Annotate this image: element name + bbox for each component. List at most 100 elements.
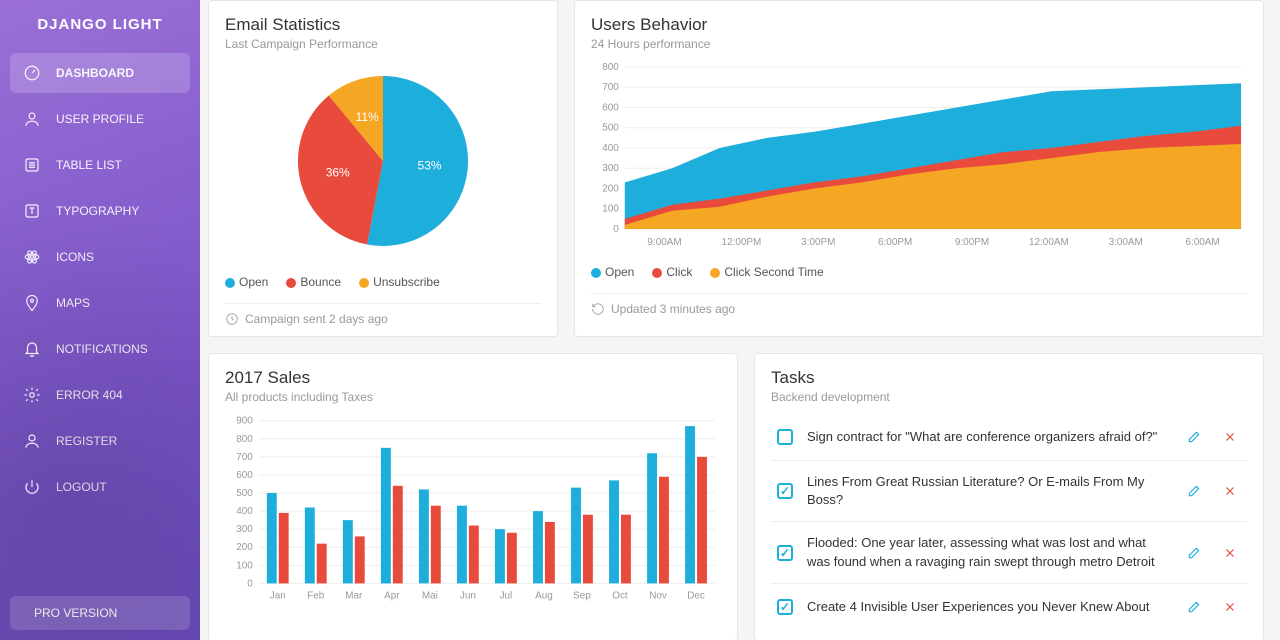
legend-item: Open: [225, 275, 268, 289]
svg-text:3:00AM: 3:00AM: [1109, 237, 1143, 248]
card-footer: Campaign sent 2 days ago: [225, 303, 541, 326]
svg-text:Aug: Aug: [535, 590, 553, 601]
svg-text:Apr: Apr: [384, 590, 400, 601]
svg-text:500: 500: [602, 123, 619, 134]
sidebar-item-logout[interactable]: LOGOUT: [10, 467, 190, 507]
tasks-card: Tasks Backend development Sign contract …: [754, 353, 1264, 640]
task-checkbox[interactable]: [777, 429, 793, 445]
user-icon: [22, 431, 42, 451]
power-icon: [22, 477, 42, 497]
svg-text:Jan: Jan: [270, 590, 286, 601]
sidebar-item-label: TABLE LIST: [56, 158, 122, 172]
sidebar-item-label: USER PROFILE: [56, 112, 144, 126]
svg-text:Nov: Nov: [649, 590, 667, 601]
sales-bar-chart: 0100200300400500600700800900JanFebMarApr…: [225, 414, 721, 604]
task-edit-button[interactable]: [1183, 542, 1205, 564]
svg-text:Sep: Sep: [573, 590, 591, 601]
pro-version-button[interactable]: PRO VERSION: [10, 596, 190, 630]
svg-text:Dec: Dec: [687, 590, 705, 601]
svg-text:300: 300: [602, 163, 619, 174]
task-checkbox[interactable]: [777, 599, 793, 615]
svg-text:100: 100: [602, 204, 619, 215]
card-title: Email Statistics: [225, 15, 541, 35]
svg-text:600: 600: [236, 470, 253, 481]
svg-text:9:00PM: 9:00PM: [955, 237, 989, 248]
svg-text:6:00AM: 6:00AM: [1186, 237, 1220, 248]
sidebar-item-notifications[interactable]: NOTIFICATIONS: [10, 329, 190, 369]
svg-text:100: 100: [236, 560, 253, 571]
pin-icon: [22, 293, 42, 313]
svg-text:0: 0: [247, 578, 253, 589]
svg-text:3:00PM: 3:00PM: [801, 237, 835, 248]
svg-text:6:00PM: 6:00PM: [878, 237, 912, 248]
email-statistics-card: Email Statistics Last Campaign Performan…: [208, 0, 558, 337]
task-delete-button[interactable]: [1219, 542, 1241, 564]
svg-text:11%: 11%: [356, 110, 379, 124]
sales-card: 2017 Sales All products including Taxes …: [208, 353, 738, 640]
bell-icon: [22, 339, 42, 359]
svg-text:800: 800: [236, 434, 253, 445]
sidebar-item-user-profile[interactable]: USER PROFILE: [10, 99, 190, 139]
sidebar-item-dashboard[interactable]: DASHBOARD: [10, 53, 190, 93]
svg-text:Jun: Jun: [460, 590, 476, 601]
task-edit-button[interactable]: [1183, 596, 1205, 618]
main-content: Email Statistics Last Campaign Performan…: [200, 0, 1280, 640]
card-title: Users Behavior: [591, 15, 1247, 35]
task-text: Sign contract for "What are conference o…: [807, 428, 1169, 446]
task-text: Create 4 Invisible User Experiences you …: [807, 598, 1169, 616]
svg-text:200: 200: [602, 183, 619, 194]
typography-icon: [22, 201, 42, 221]
brand-title: DJANGO LIGHT: [0, 0, 200, 47]
svg-text:12:00PM: 12:00PM: [722, 237, 762, 248]
sidebar-item-label: DASHBOARD: [56, 66, 134, 80]
task-edit-button[interactable]: [1183, 480, 1205, 502]
svg-text:600: 600: [602, 102, 619, 113]
task-checkbox[interactable]: [777, 483, 793, 499]
svg-text:700: 700: [236, 452, 253, 463]
clock-icon: [225, 312, 239, 326]
task-delete-button[interactable]: [1219, 426, 1241, 448]
sidebar-item-typography[interactable]: TYPOGRAPHY: [10, 191, 190, 231]
email-legend: OpenBounceUnsubscribe: [225, 275, 541, 289]
sidebar-nav: DASHBOARD USER PROFILE TABLE LIST TYPOGRAPH…: [0, 47, 200, 586]
svg-text:12:00AM: 12:00AM: [1029, 237, 1069, 248]
gauge-icon: [22, 63, 42, 83]
task-text: Flooded: One year later, assessing what …: [807, 534, 1169, 570]
card-subtitle: 24 Hours performance: [591, 37, 1247, 51]
svg-text:Jul: Jul: [500, 590, 513, 601]
svg-text:Oct: Oct: [612, 590, 628, 601]
task-edit-button[interactable]: [1183, 426, 1205, 448]
sidebar-item-icons[interactable]: ICONS: [10, 237, 190, 277]
sidebar-item-register[interactable]: REGISTER: [10, 421, 190, 461]
sidebar: DJANGO LIGHT DASHBOARD USER PROFILE TABLE …: [0, 0, 200, 640]
legend-item: Click: [652, 265, 692, 279]
pro-version-label: PRO VERSION: [34, 606, 117, 620]
legend-item: Open: [591, 265, 634, 279]
task-text: Lines From Great Russian Literature? Or …: [807, 473, 1169, 509]
list-icon: [22, 155, 42, 175]
card-footer: Updated 3 minutes ago: [591, 293, 1247, 316]
svg-text:Mar: Mar: [345, 590, 363, 601]
legend-item: Bounce: [286, 275, 341, 289]
users-area-chart: 01002003004005006007008009:00AM12:00PM3:…: [591, 61, 1247, 251]
svg-text:Mai: Mai: [422, 590, 438, 601]
svg-text:400: 400: [602, 143, 619, 154]
sidebar-item-table-list[interactable]: TABLE LIST: [10, 145, 190, 185]
sidebar-item-error-404[interactable]: ERROR 404: [10, 375, 190, 415]
task-row: Sign contract for "What are conference o…: [771, 414, 1247, 461]
task-row: Flooded: One year later, assessing what …: [771, 522, 1247, 583]
users-legend: OpenClickClick Second Time: [591, 265, 1247, 279]
task-checkbox[interactable]: [777, 545, 793, 561]
sidebar-item-maps[interactable]: MAPS: [10, 283, 190, 323]
card-title: 2017 Sales: [225, 368, 721, 388]
task-delete-button[interactable]: [1219, 596, 1241, 618]
card-subtitle: Last Campaign Performance: [225, 37, 541, 51]
refresh-icon: [591, 302, 605, 316]
sidebar-item-label: ERROR 404: [56, 388, 123, 402]
sidebar-item-label: MAPS: [56, 296, 90, 310]
sidebar-item-label: NOTIFICATIONS: [56, 342, 148, 356]
svg-text:0: 0: [613, 224, 619, 235]
svg-text:700: 700: [602, 82, 619, 93]
task-delete-button[interactable]: [1219, 480, 1241, 502]
svg-text:200: 200: [236, 542, 253, 553]
